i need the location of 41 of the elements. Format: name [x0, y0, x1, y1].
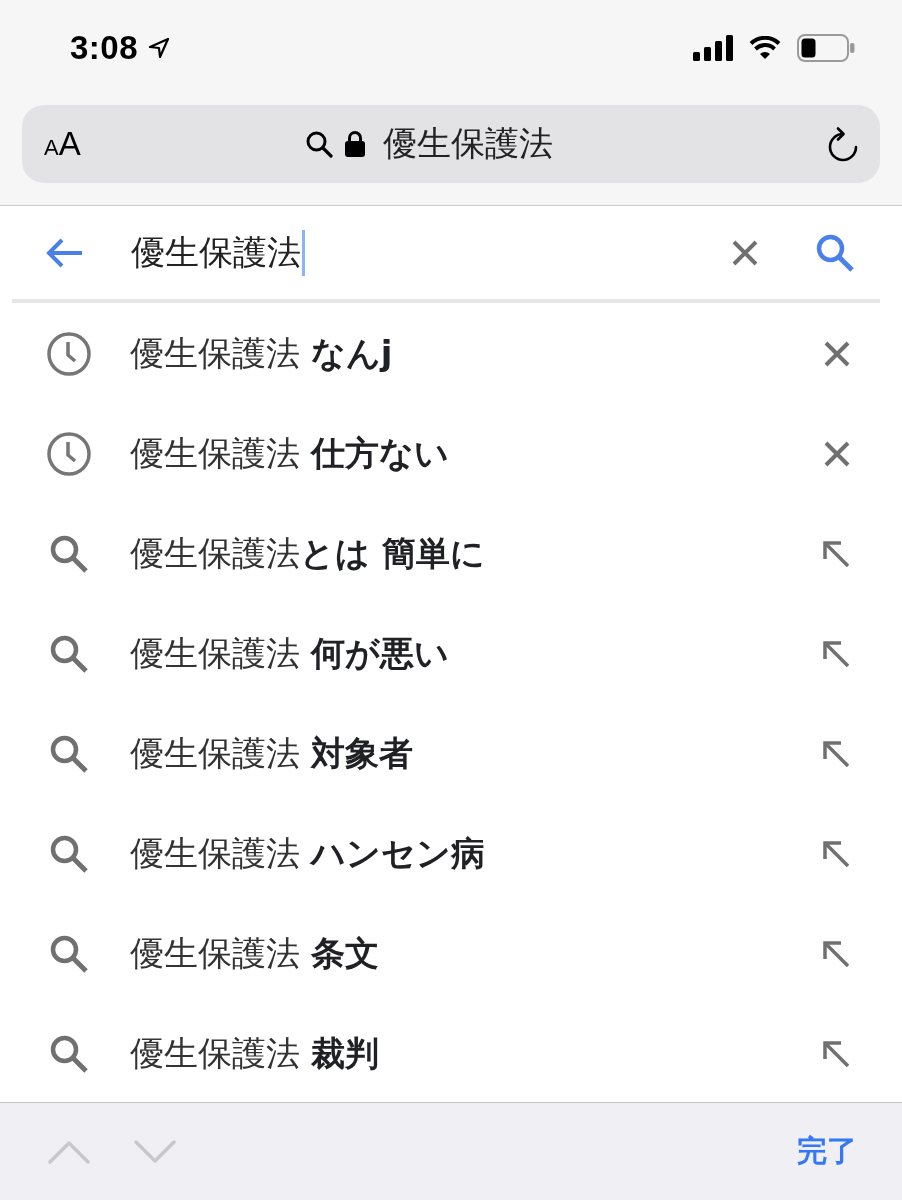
lock-icon	[345, 131, 366, 157]
search-icon[interactable]	[815, 232, 855, 273]
suggestion-text[interactable]: 優生保護法 裁判	[130, 1031, 814, 1077]
suggestion-text[interactable]: 優生保護法 条文	[130, 931, 814, 977]
signal-icon	[693, 34, 733, 61]
up-left-arrow-icon[interactable]	[822, 540, 850, 568]
search-icon	[49, 634, 89, 674]
close-icon[interactable]	[824, 441, 850, 467]
up-left-arrow-icon[interactable]	[822, 740, 850, 768]
done-button[interactable]: 完了	[789, 1123, 865, 1180]
search-icon	[305, 130, 334, 158]
search-query-text[interactable]: 優生保護法	[131, 229, 301, 276]
search-icon	[49, 1034, 89, 1074]
clock-time: 3:08	[70, 28, 139, 67]
text-size-button[interactable]: AA	[44, 125, 81, 163]
suggestion-text[interactable]: 優生保護法 ハンセン病	[130, 831, 814, 877]
search-icon	[49, 534, 89, 574]
up-left-arrow-icon[interactable]	[822, 940, 850, 968]
text-cursor-icon	[302, 229, 305, 276]
search-field[interactable]: 優生保護法	[121, 222, 724, 283]
suggestion-text[interactable]: 優生保護法 何が悪い	[130, 631, 814, 677]
clock-icon	[47, 432, 91, 476]
up-left-arrow-icon[interactable]	[822, 640, 850, 668]
wifi-icon	[749, 35, 781, 60]
address-bar[interactable]: AA 優生保護法	[22, 105, 880, 183]
up-left-arrow-icon[interactable]	[822, 1040, 850, 1068]
search-icon	[49, 834, 89, 874]
clock-icon	[47, 332, 91, 376]
close-icon[interactable]	[824, 341, 850, 367]
up-left-arrow-icon[interactable]	[822, 840, 850, 868]
suggestion-text[interactable]: 優生保護法 対象者	[130, 731, 814, 777]
reload-icon[interactable]	[826, 126, 860, 162]
url-text[interactable]: 優生保護法	[383, 121, 554, 167]
suggestion-text[interactable]: 優生保護法とは 簡単に	[130, 531, 814, 577]
battery-icon	[797, 33, 855, 62]
location-arrow-icon	[148, 36, 171, 59]
suggestion-text[interactable]: 優生保護法 仕方ない	[130, 431, 816, 477]
suggestion-text[interactable]: 優生保護法 なんj	[130, 331, 816, 377]
close-icon[interactable]	[732, 239, 758, 266]
search-icon	[49, 734, 89, 774]
search-icon	[49, 934, 89, 974]
